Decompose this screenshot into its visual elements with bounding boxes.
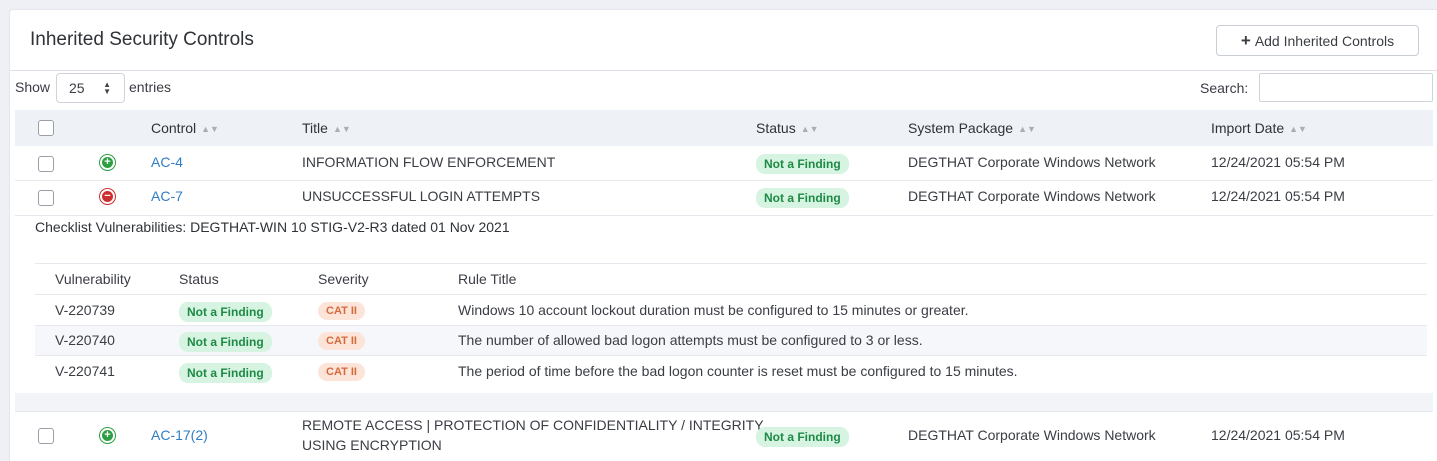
rule-title: The number of allowed bad logon attempts…	[458, 332, 923, 348]
sub-column-rule-title: Rule Title	[458, 271, 517, 287]
select-arrows-icon: ▲ ▼	[103, 80, 111, 96]
header-divider	[10, 70, 1437, 71]
detail-bottom-band	[15, 393, 1433, 411]
severity-badge: CAT II	[318, 332, 365, 350]
vulnerability-id: V-220741	[55, 363, 115, 379]
table-row: + AC-4 INFORMATION FLOW ENFORCEMENT Not …	[15, 146, 1433, 180]
plus-icon: +	[1240, 31, 1251, 50]
table-row: + AC-17(2) REMOTE ACCESS | PROTECTION OF…	[15, 412, 1433, 461]
severity-badge: CAT II	[318, 302, 365, 320]
vulnerability-id: V-220740	[55, 332, 115, 348]
column-header-import-date[interactable]: Import Date ▲▼	[1211, 120, 1307, 136]
sub-column-vulnerability: Vulnerability	[55, 271, 131, 287]
plus-glyph: +	[102, 430, 113, 441]
status-badge: Not a Finding	[756, 427, 849, 447]
column-label: Status	[756, 120, 796, 136]
import-date: 12/24/2021 05:54 PM	[1211, 188, 1345, 204]
select-all-checkbox[interactable]	[38, 120, 54, 136]
control-link[interactable]: AC-7	[151, 188, 183, 204]
column-header-title[interactable]: Title ▲▼	[302, 120, 351, 136]
minus-circle-icon[interactable]: −	[99, 188, 116, 205]
row-title-line1: REMOTE ACCESS | PROTECTION OF CONFIDENTI…	[302, 417, 764, 433]
rule-title: Windows 10 account lockout duration must…	[458, 302, 969, 318]
show-label: Show	[15, 79, 51, 95]
sub-column-status: Status	[179, 271, 219, 287]
row-title: UNSUCCESSFUL LOGIN ATTEMPTS	[302, 188, 541, 204]
system-package: DEGTHAT Corporate Windows Network	[908, 154, 1156, 170]
add-inherited-controls-button[interactable]: + Add Inherited Controls	[1216, 25, 1419, 56]
column-header-system-package[interactable]: System Package ▲▼	[908, 120, 1036, 136]
checklist-title: Checklist Vulnerabilities: DEGTHAT-WIN 1…	[35, 219, 510, 235]
sub-divider	[35, 355, 1427, 356]
status-badge: Not a Finding	[179, 363, 272, 383]
row-checkbox[interactable]	[38, 190, 54, 206]
entries-select[interactable]: 25 ▲ ▼	[56, 73, 125, 103]
row-title-line2: USING ENCRYPTION	[302, 437, 442, 453]
sort-icon: ▲▼	[332, 124, 351, 134]
column-header-control[interactable]: Control ▲▼	[151, 120, 219, 136]
rule-title: The period of time before the bad logon …	[458, 363, 1018, 379]
status-badge: Not a Finding	[756, 154, 849, 174]
add-button-label: Add Inherited Controls	[1254, 32, 1395, 49]
column-label: Control	[151, 120, 197, 136]
search-label: Search:	[1200, 80, 1249, 96]
severity-badge: CAT II	[318, 363, 365, 381]
sub-divider	[35, 263, 1427, 264]
plus-glyph: +	[102, 157, 113, 168]
column-label: Title	[302, 120, 328, 136]
search-input[interactable]	[1259, 73, 1433, 102]
inherited-controls-card: Inherited Security Controls + Add Inheri…	[9, 9, 1437, 461]
row-checkbox[interactable]	[38, 156, 54, 172]
row-checkbox[interactable]	[38, 428, 54, 444]
sub-divider	[35, 294, 1427, 295]
import-date: 12/24/2021 05:54 PM	[1211, 154, 1345, 170]
plus-circle-icon[interactable]: +	[99, 427, 116, 444]
status-badge: Not a Finding	[756, 188, 849, 208]
system-package: DEGTHAT Corporate Windows Network	[908, 188, 1156, 204]
entries-select-value: 25	[69, 80, 85, 96]
column-label: Import Date	[1211, 120, 1285, 136]
column-header-status[interactable]: Status ▲▼	[756, 120, 819, 136]
status-badge: Not a Finding	[179, 302, 272, 322]
row-title: INFORMATION FLOW ENFORCEMENT	[302, 154, 556, 170]
sort-icon: ▲▼	[800, 124, 819, 134]
control-link[interactable]: AC-4	[151, 154, 183, 170]
column-label: System Package	[908, 120, 1014, 136]
import-date: 12/24/2021 05:54 PM	[1211, 427, 1345, 443]
page-title: Inherited Security Controls	[30, 29, 254, 50]
sort-icon: ▲▼	[1018, 124, 1036, 134]
sub-column-severity: Severity	[318, 271, 369, 287]
control-link[interactable]: AC-17(2)	[151, 427, 208, 443]
entries-label: entries	[129, 79, 172, 95]
minus-glyph: −	[102, 191, 113, 202]
status-badge: Not a Finding	[179, 332, 272, 352]
system-package: DEGTHAT Corporate Windows Network	[908, 427, 1156, 443]
row-divider	[15, 215, 1433, 216]
plus-circle-icon[interactable]: +	[99, 154, 116, 171]
table-row: − AC-7 UNSUCCESSFUL LOGIN ATTEMPTS Not a…	[15, 181, 1433, 215]
sort-icon: ▲▼	[201, 124, 219, 134]
vulnerability-id: V-220739	[55, 302, 115, 318]
table-header: Control ▲▼ Title ▲▼ Status ▲▼ System Packag…	[15, 110, 1433, 146]
sort-icon: ▲▼	[1289, 124, 1307, 134]
